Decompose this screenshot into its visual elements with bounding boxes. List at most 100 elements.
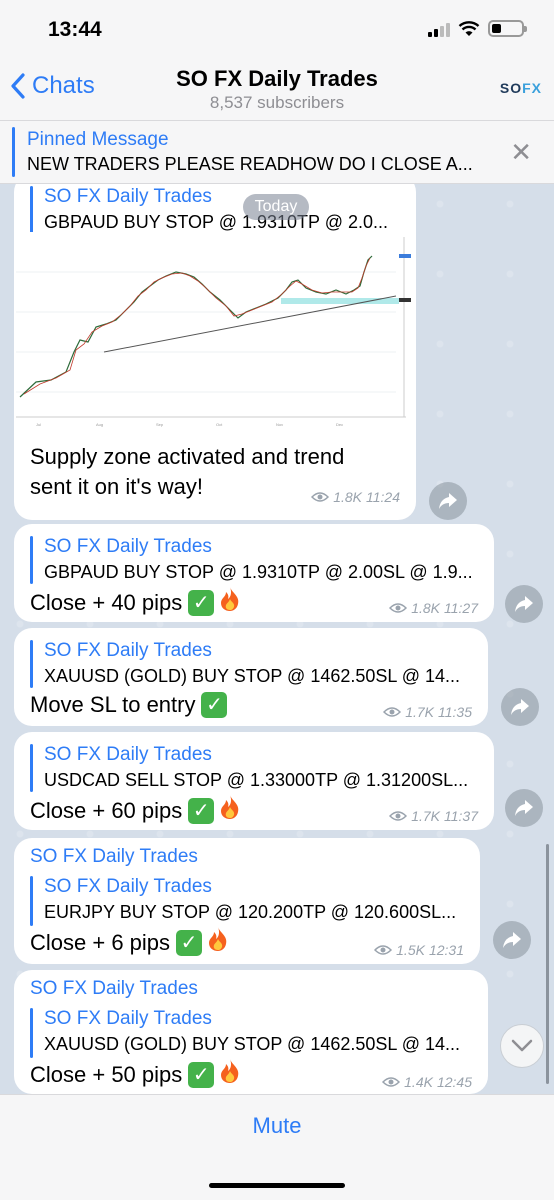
share-icon[interactable] xyxy=(493,921,531,959)
wifi-icon xyxy=(458,20,480,36)
channel-avatar[interactable]: SOFX xyxy=(500,80,542,96)
message-text: Close + 6 pips ✓ xyxy=(30,926,230,960)
subscriber-count: 8,537 subscribers xyxy=(209,93,345,112)
forward-preview: GBPAUD BUY STOP @ 1.9310TP @ 2.00SL @ 1.… xyxy=(44,562,473,582)
forward-bar xyxy=(30,876,33,926)
logo-right: FX xyxy=(522,80,542,96)
message-meta: 1.8K 11:24 xyxy=(311,489,400,505)
eye-icon xyxy=(374,945,393,955)
message-text-content: Close + 60 pips xyxy=(30,798,183,823)
logo-left: SO xyxy=(499,80,523,96)
cellular-signal-icon xyxy=(428,21,450,37)
message-bubble[interactable]: SO FX Daily Trades GBPAUD BUY STOP @ 1.9… xyxy=(14,524,494,622)
forward-bar xyxy=(30,186,33,236)
white-heavy-check-mark-icon: ✓ xyxy=(188,798,215,824)
channel-name[interactable]: SO FX Daily Trades xyxy=(30,846,198,868)
white-heavy-check-mark-icon: ✓ xyxy=(188,590,215,616)
message-meta: 1.5K 12:31 xyxy=(374,942,464,958)
white-heavy-check-mark-icon: ✓ xyxy=(176,930,203,956)
forward-source-name[interactable]: SO FX Daily Trades xyxy=(44,640,212,662)
status-time: 13:44 xyxy=(48,18,102,41)
chevron-down-icon xyxy=(511,1039,533,1052)
message-text: Close + 40 pips ✓ xyxy=(30,586,242,620)
eye-icon xyxy=(383,707,402,717)
message-bubble[interactable]: SO FX Daily Trades SO FX Daily Trades EU… xyxy=(14,838,480,964)
fire-icon xyxy=(218,586,242,620)
forward-source-name[interactable]: SO FX Daily Trades xyxy=(44,186,212,208)
share-icon[interactable] xyxy=(505,789,543,827)
nav-bar: Chats SO FX Daily Trades 8,537 subscribe… xyxy=(0,62,554,120)
forward-preview: XAUUSD (GOLD) BUY STOP @ 1462.50SL @ 14.… xyxy=(44,666,461,686)
forward-preview: USDCAD SELL STOP @ 1.33000TP @ 1.31200SL… xyxy=(44,770,469,790)
scrollbar[interactable] xyxy=(546,844,549,1084)
chart-image[interactable]: Jul Aug Sep Oct Nov Dec xyxy=(16,232,414,434)
message-text-line-1: Supply zone activated and trend xyxy=(30,444,345,469)
message-time: 12:45 xyxy=(436,1074,472,1090)
message-text: Close + 50 pips ✓ xyxy=(30,1058,242,1092)
close-icon[interactable]: ✕ xyxy=(510,139,532,165)
date-badge: Today xyxy=(243,194,309,220)
message-time: 11:35 xyxy=(438,704,472,720)
eye-icon xyxy=(311,492,330,502)
mute-button[interactable]: Mute xyxy=(0,1113,554,1139)
pinned-message[interactable]: Pinned Message NEW TRADERS PLEASE READHO… xyxy=(0,120,554,184)
message-text-content: Move SL to entry xyxy=(30,692,196,717)
forward-bar xyxy=(30,1008,33,1058)
forward-preview: EURJPY BUY STOP @ 120.200TP @ 120.600SL.… xyxy=(44,902,457,922)
forward-source-name[interactable]: SO FX Daily Trades xyxy=(44,1008,212,1030)
channel-title[interactable]: SO FX Daily Trades xyxy=(0,66,554,92)
fire-icon xyxy=(206,926,230,960)
view-count: 1.4K xyxy=(404,1074,433,1090)
svg-text:Nov: Nov xyxy=(276,422,283,427)
message-bubble[interactable]: SO FX Daily Trades USDCAD SELL STOP @ 1.… xyxy=(14,732,494,830)
eye-icon xyxy=(389,603,408,613)
view-count: 1.5K xyxy=(396,942,425,958)
pinned-accent-bar xyxy=(12,127,15,177)
white-heavy-check-mark-icon: ✓ xyxy=(201,692,228,718)
channel-name[interactable]: SO FX Daily Trades xyxy=(30,978,198,1000)
message-time: 11:24 xyxy=(366,489,400,505)
eye-icon xyxy=(382,1077,401,1087)
status-icons xyxy=(428,20,527,37)
share-icon[interactable] xyxy=(429,482,467,520)
chat-area[interactable]: SO FX Daily Trades GBPAUD BUY STOP @ 1.9… xyxy=(0,184,554,1094)
fire-icon xyxy=(218,794,242,828)
message-text: Move SL to entry ✓ xyxy=(30,690,228,720)
svg-text:Oct: Oct xyxy=(216,422,223,427)
home-indicator[interactable] xyxy=(209,1183,345,1188)
message-time: 11:27 xyxy=(444,600,478,616)
view-count: 1.8K xyxy=(411,600,440,616)
message-text: Close + 60 pips ✓ xyxy=(30,794,242,828)
view-count: 1.7K xyxy=(405,704,434,720)
forward-preview: XAUUSD (GOLD) BUY STOP @ 1462.50SL @ 14.… xyxy=(44,1034,461,1054)
message-bubble[interactable]: SO FX Daily Trades GBPAUD BUY STOP @ 1.9… xyxy=(14,184,416,520)
forward-source-name[interactable]: SO FX Daily Trades xyxy=(44,876,212,898)
svg-text:Aug: Aug xyxy=(96,422,103,427)
message-bubble[interactable]: SO FX Daily Trades XAUUSD (GOLD) BUY STO… xyxy=(14,628,488,726)
share-icon[interactable] xyxy=(505,585,543,623)
forward-bar xyxy=(30,640,33,688)
svg-text:Dec: Dec xyxy=(336,422,343,427)
status-bar: 13:44 xyxy=(0,0,554,62)
message-meta: 1.8K 11:27 xyxy=(389,600,478,616)
eye-icon xyxy=(389,811,408,821)
message-time: 12:31 xyxy=(428,942,464,958)
pinned-title: Pinned Message xyxy=(27,129,169,150)
share-icon[interactable] xyxy=(501,688,539,726)
message-bubble[interactable]: SO FX Daily Trades SO FX Daily Trades XA… xyxy=(14,970,488,1094)
forward-preview: GBPAUD BUY STOP @ 1.9310TP @ 2.0... xyxy=(44,212,389,232)
message-meta: 1.7K 11:35 xyxy=(383,704,472,720)
forward-bar xyxy=(30,536,33,584)
svg-text:Jul: Jul xyxy=(36,422,41,427)
message-meta: 1.4K 12:45 xyxy=(382,1074,472,1090)
forward-source-name[interactable]: SO FX Daily Trades xyxy=(44,744,212,766)
view-count: 1.8K xyxy=(333,489,362,505)
pinned-text: NEW TRADERS PLEASE READHOW DO I CLOSE A.… xyxy=(27,154,473,174)
battery-icon xyxy=(488,20,527,37)
forward-bar xyxy=(30,744,33,792)
message-text-content: Close + 40 pips xyxy=(30,590,183,615)
view-count: 1.7K xyxy=(411,808,440,824)
forward-source-name[interactable]: SO FX Daily Trades xyxy=(44,536,212,558)
scroll-to-bottom-button[interactable] xyxy=(500,1024,544,1068)
message-time: 11:37 xyxy=(444,808,478,824)
